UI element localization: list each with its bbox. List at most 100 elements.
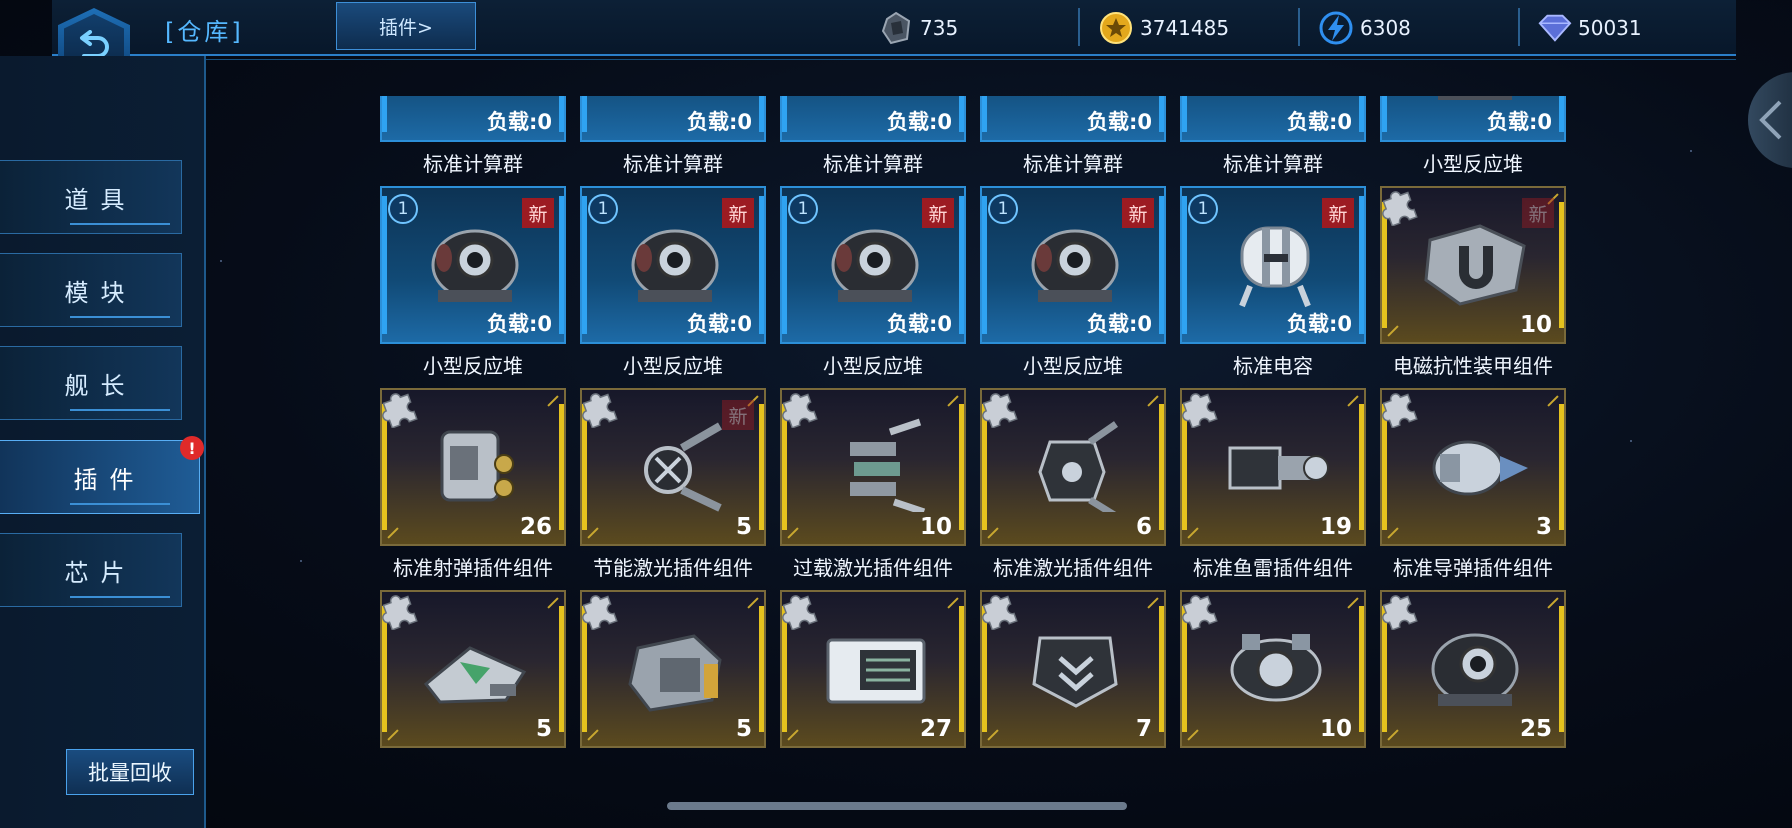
- item-name: 标准计算群: [1023, 152, 1123, 176]
- item-name: 标准激光插件组件: [993, 556, 1153, 580]
- inventory-item[interactable]: 负载:0 标准计算群: [980, 96, 1166, 177]
- inventory-item[interactable]: 5: [380, 590, 566, 754]
- scrollbar[interactable]: [667, 802, 1127, 810]
- item-card[interactable]: 10: [1180, 590, 1366, 748]
- item-card[interactable]: 负载:0: [380, 96, 566, 142]
- item-art-icon: [1032, 636, 1118, 708]
- item-art-icon: [644, 422, 723, 512]
- inventory-item[interactable]: 负载:0 标准计算群: [580, 96, 766, 177]
- item-card[interactable]: 7: [980, 590, 1166, 748]
- item-card[interactable]: 负载:0: [1180, 96, 1366, 142]
- item-card[interactable]: 1 新负载:0: [380, 186, 566, 344]
- item-card[interactable]: 1 新负载:0: [580, 186, 766, 344]
- side-drawer-handle[interactable]: [1748, 72, 1792, 168]
- item-card[interactable]: 27: [780, 590, 966, 748]
- item-art-icon: [1431, 633, 1519, 706]
- item-name: 小型反应堆: [423, 354, 523, 378]
- inventory-item[interactable]: 27: [780, 590, 966, 754]
- inventory-item[interactable]: 1 新负载:0 小型反应堆: [780, 186, 966, 379]
- item-count: 26: [519, 514, 552, 540]
- item-card[interactable]: 负载:0: [1380, 96, 1566, 142]
- item-card[interactable]: 新5: [580, 388, 766, 546]
- sidebar-item-plugins[interactable]: 插件: [0, 440, 200, 514]
- inventory-item[interactable]: 负载:0 标准计算群: [380, 96, 566, 177]
- inventory-item[interactable]: 1 新负载:0 标准电容: [1180, 186, 1366, 379]
- item-card[interactable]: 26: [380, 388, 566, 546]
- inventory-item[interactable]: 10 过载激光插件组件: [780, 388, 966, 581]
- inventory-item[interactable]: 3 标准导弹插件组件: [1380, 388, 1566, 581]
- corner-mark: [587, 527, 599, 539]
- inventory-item[interactable]: 新 5 节能激光插件组件: [580, 388, 766, 581]
- sidebar-item-chips[interactable]: 芯片: [0, 533, 182, 607]
- item-card[interactable]: 负载:0: [980, 96, 1166, 142]
- ore-icon: [878, 10, 914, 46]
- inventory-item[interactable]: 1 新负载:0 小型反应堆: [980, 186, 1166, 379]
- sidebar-item-modules[interactable]: 模块: [0, 253, 182, 327]
- item-name: 标准计算群: [823, 152, 923, 176]
- item-count: 3: [1535, 514, 1552, 540]
- load-value: 负载:0: [1286, 110, 1352, 134]
- corner-mark: [547, 597, 559, 609]
- inventory-item[interactable]: 6 标准激光插件组件: [980, 388, 1166, 581]
- new-tag: 新: [722, 198, 754, 228]
- inventory-item[interactable]: 负载:0 小型反应堆: [1380, 96, 1566, 177]
- inventory-item[interactable]: 7: [980, 590, 1166, 754]
- corner-mark: [787, 527, 799, 539]
- item-card[interactable]: 10: [780, 388, 966, 546]
- item-count: 6: [1135, 514, 1152, 540]
- load-value: 负载:0: [686, 312, 752, 336]
- item-card[interactable]: 1 新负载:0: [780, 186, 966, 344]
- item-name: 标准计算群: [423, 152, 523, 176]
- tab-plugin[interactable]: 插件>: [336, 2, 476, 50]
- item-card[interactable]: 6: [980, 388, 1166, 546]
- resource-coin: 3741485: [1098, 9, 1229, 47]
- item-count: 10: [1319, 716, 1352, 742]
- item-card[interactable]: 负载:0: [580, 96, 766, 142]
- sidebar-item-captain[interactable]: 舰长: [0, 346, 182, 420]
- new-tag: 新: [1322, 198, 1354, 228]
- inventory-item[interactable]: 25: [1380, 590, 1566, 754]
- puzzle-icon: [382, 595, 418, 630]
- inventory-item[interactable]: 1 新负载:0 小型反应堆: [380, 186, 566, 379]
- item-art-icon: [631, 229, 719, 302]
- inventory-item[interactable]: 26 标准射弹插件组件: [380, 388, 566, 581]
- corner-mark: [1187, 729, 1199, 741]
- new-tag: 新: [922, 198, 954, 228]
- inventory-item[interactable]: 新 10 电磁抗性装甲组件: [1380, 186, 1566, 379]
- inventory-item[interactable]: 1 新负载:0 小型反应堆: [580, 186, 766, 379]
- inventory-item[interactable]: 5: [580, 590, 766, 754]
- puzzle-icon: [1182, 393, 1218, 428]
- item-card[interactable]: 3: [1380, 388, 1566, 546]
- inventory-item[interactable]: 负载:0 标准计算群: [780, 96, 966, 177]
- inventory-item[interactable]: 10: [1180, 590, 1366, 754]
- level-badge: 1: [388, 194, 418, 224]
- item-art-icon: [628, 634, 722, 712]
- resource-value: 735: [920, 16, 959, 40]
- item-name: 标准电容: [1233, 354, 1313, 378]
- item-card[interactable]: 5: [380, 590, 566, 748]
- resource-value: 3741485: [1140, 16, 1230, 40]
- item-card[interactable]: 5: [580, 590, 766, 748]
- inventory-item[interactable]: 负载:0 标准计算群: [1180, 96, 1366, 177]
- item-card[interactable]: 1 新负载:0: [1180, 186, 1366, 344]
- puzzle-icon: [982, 595, 1018, 630]
- crystal-icon: [1536, 10, 1572, 46]
- item-art-icon: [1239, 226, 1311, 308]
- resource-energy: 6308: [1318, 9, 1411, 47]
- item-card[interactable]: 负载:0: [780, 96, 966, 142]
- item-card[interactable]: 19: [1180, 388, 1366, 546]
- item-art-icon: [1031, 229, 1119, 302]
- item-art-icon: [1424, 224, 1526, 306]
- item-card[interactable]: 25: [1380, 590, 1566, 748]
- item-card[interactable]: 1 新负载:0: [980, 186, 1166, 344]
- alert-badge: !: [180, 436, 204, 460]
- item-name: 标准计算群: [1223, 152, 1323, 176]
- new-tag: 新: [1122, 198, 1154, 228]
- corner-mark: [1147, 597, 1159, 609]
- inventory-item[interactable]: 19 标准鱼雷插件组件: [1180, 388, 1366, 581]
- sidebar-item-props[interactable]: 道具: [0, 160, 182, 234]
- batch-recycle-button[interactable]: 批量回收: [66, 749, 194, 795]
- item-count: 19: [1319, 514, 1352, 540]
- item-card[interactable]: 新 10: [1380, 186, 1566, 344]
- item-art-icon: [440, 430, 514, 502]
